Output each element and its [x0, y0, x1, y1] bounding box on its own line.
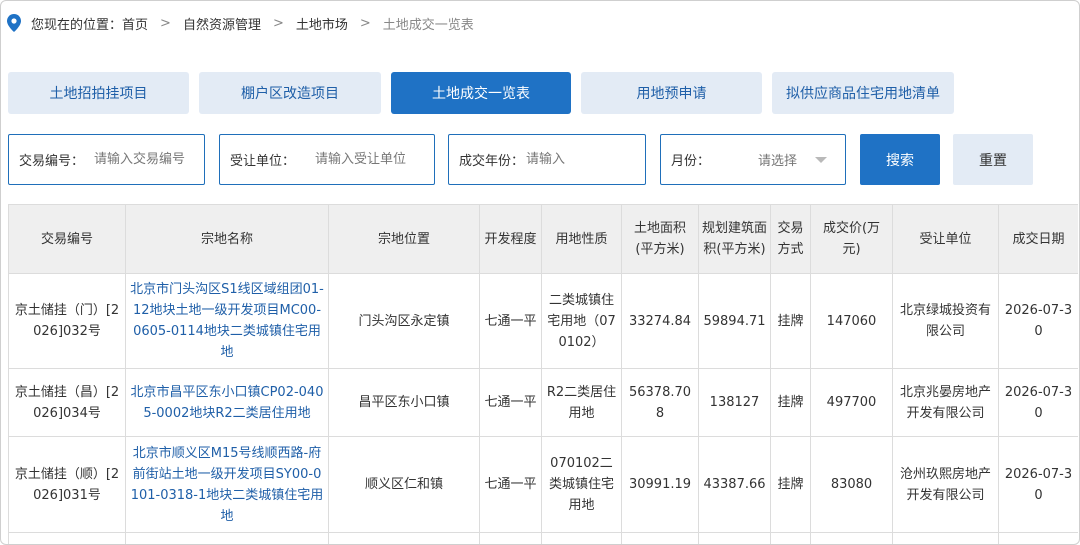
header-deal-no: 交易编号 — [8, 204, 126, 274]
breadcrumb-home[interactable]: 首页 — [122, 14, 148, 33]
deal-no-filter: 交易编号： — [8, 134, 205, 185]
empty-cell — [698, 532, 771, 544]
year-filter: 成交年份： — [448, 134, 646, 185]
cell-land-use: 070102二类城镇住宅用地 — [541, 436, 622, 533]
grantee-input[interactable] — [315, 144, 434, 175]
cell-price: 147060 — [810, 273, 893, 369]
cell-grantee: 北京兆晏房地产开发有限公司 — [892, 368, 999, 437]
header-development-level: 开发程度 — [479, 204, 542, 274]
year-input[interactable] — [526, 144, 645, 175]
grantee-filter: 受让单位： — [219, 134, 435, 185]
empty-cell — [8, 532, 126, 544]
header-price: 成交价(万元) — [810, 204, 893, 274]
header-land-use: 用地性质 — [541, 204, 622, 274]
header-transaction-method: 交易方式 — [770, 204, 811, 274]
header-parcel-name: 宗地名称 — [125, 204, 329, 274]
cell-land-use: 二类城镇住宅用地（070102） — [541, 273, 622, 369]
empty-cell — [328, 532, 480, 544]
header-land-area: 土地面积(平方米) — [621, 204, 699, 274]
cell-grantee: 沧州玖熙房地产开发有限公司 — [892, 436, 999, 533]
cell-deal-date: 2026-07-30 — [998, 368, 1078, 437]
breadcrumb-prefix: 您现在的位置： — [31, 17, 123, 33]
table-row: 京土储挂（门）[2026]032号 北京市门头沟区S1线区域组团01-12地块土… — [8, 273, 1078, 369]
cell-deal-no: 京土储挂（顺）[2026]031号 — [8, 436, 126, 533]
month-select[interactable]: 月份： 请选择 — [660, 134, 846, 185]
year-label: 成交年份： — [459, 154, 525, 169]
cell-land-area: 30991.19 — [621, 436, 699, 533]
empty-cell — [621, 532, 699, 544]
cell-grantee: 北京绿城投资有限公司 — [892, 273, 999, 369]
breadcrumb-natural-resources[interactable]: 自然资源管理 — [183, 14, 261, 33]
empty-cell — [810, 532, 893, 544]
breadcrumb-separator: > — [272, 15, 284, 31]
cell-transaction-method: 挂牌 — [770, 436, 811, 533]
header-grantee: 受让单位 — [892, 204, 999, 274]
search-button[interactable]: 搜索 — [860, 134, 940, 185]
cell-price: 83080 — [810, 436, 893, 533]
table-header-row: 交易编号 宗地名称 宗地位置 开发程度 用地性质 土地面积(平方米) 规划建筑面… — [8, 204, 1078, 274]
empty-cell — [892, 532, 999, 544]
cell-land-use: R2二类居住用地 — [541, 368, 622, 437]
transactions-table: 交易编号 宗地名称 宗地位置 开发程度 用地性质 土地面积(平方米) 规划建筑面… — [8, 204, 1078, 544]
parcel-name-link[interactable]: 北京市昌平区东小口镇CP02-0405-0002地块R2二类居住用地 — [125, 368, 329, 437]
breadcrumb-current: 土地成交一览表 — [382, 17, 474, 33]
tab-residential-land-supply-list[interactable]: 拟供应商品住宅用地清单 — [772, 72, 954, 114]
cell-deal-no: 京土储挂（门）[2026]032号 — [8, 273, 126, 369]
tab-auction-projects[interactable]: 土地招拍挂项目 — [8, 72, 189, 114]
deal-no-label: 交易编号： — [19, 154, 85, 169]
empty-cell — [770, 532, 811, 544]
breadcrumb: 您现在的位置： 首页 > 自然资源管理 > 土地市场 > 土地成交一览表 — [7, 11, 474, 35]
cell-price: 497700 — [810, 368, 893, 437]
month-select-value: 请选择 — [758, 154, 798, 169]
empty-cell — [125, 532, 329, 544]
cell-land-area: 33274.84 — [621, 273, 699, 369]
breadcrumb-land-market[interactable]: 土地市场 — [296, 14, 348, 33]
cell-transaction-method: 挂牌 — [770, 273, 811, 369]
cell-deal-date: 2026-07-30 — [998, 273, 1078, 369]
empty-cell — [479, 532, 542, 544]
cell-parcel-location: 门头沟区永定镇 — [328, 273, 480, 369]
month-label: 月份： — [671, 154, 711, 169]
cell-deal-date: 2026-07-30 — [998, 436, 1078, 533]
cell-development-level: 七通一平 — [479, 436, 542, 533]
header-planned-floor-area: 规划建筑面积(平方米) — [698, 204, 771, 274]
deal-no-input[interactable] — [94, 144, 204, 175]
cell-transaction-method: 挂牌 — [770, 368, 811, 437]
breadcrumb-separator: > — [359, 15, 371, 31]
reset-button[interactable]: 重置 — [953, 134, 1033, 185]
cell-planned-floor-area: 138127 — [698, 368, 771, 437]
cell-land-area: 56378.708 — [621, 368, 699, 437]
header-parcel-location: 宗地位置 — [328, 204, 480, 274]
tab-shantytown-renovation[interactable]: 棚户区改造项目 — [199, 72, 381, 114]
cell-deal-no: 京土储挂（昌）[2026]034号 — [8, 368, 126, 437]
chevron-down-icon — [815, 156, 828, 163]
tab-land-pre-application[interactable]: 用地预申请 — [581, 72, 762, 114]
parcel-name-link[interactable]: 北京市顺义区M15号线顺西路-府前街站土地一级开发项目SY00-0101-031… — [125, 436, 329, 533]
cell-development-level: 七通一平 — [479, 368, 542, 437]
cell-parcel-location: 顺义区仁和镇 — [328, 436, 480, 533]
cell-development-level: 七通一平 — [479, 273, 542, 369]
cell-planned-floor-area: 43387.66 — [698, 436, 771, 533]
empty-cell — [541, 532, 622, 544]
breadcrumb-separator: > — [160, 15, 171, 31]
grantee-label: 受让单位： — [230, 154, 296, 169]
header-deal-date: 成交日期 — [998, 204, 1078, 274]
table-row-partial — [8, 532, 1078, 544]
tab-land-transactions[interactable]: 土地成交一览表 — [391, 72, 571, 114]
page-frame: 您现在的位置： 首页 > 自然资源管理 > 土地市场 > 土地成交一览表 土地招… — [0, 0, 1080, 545]
empty-cell — [998, 532, 1078, 544]
table-row: 京土储挂（顺）[2026]031号 北京市顺义区M15号线顺西路-府前街站土地一… — [8, 436, 1078, 533]
cell-planned-floor-area: 59894.71 — [698, 273, 771, 369]
location-pin-icon — [7, 14, 21, 32]
parcel-name-link[interactable]: 北京市门头沟区S1线区域组团01-12地块土地一级开发项目MC00-0605-0… — [125, 273, 329, 369]
table-row: 京土储挂（昌）[2026]034号 北京市昌平区东小口镇CP02-0405-00… — [8, 368, 1078, 437]
cell-parcel-location: 昌平区东小口镇 — [328, 368, 480, 437]
